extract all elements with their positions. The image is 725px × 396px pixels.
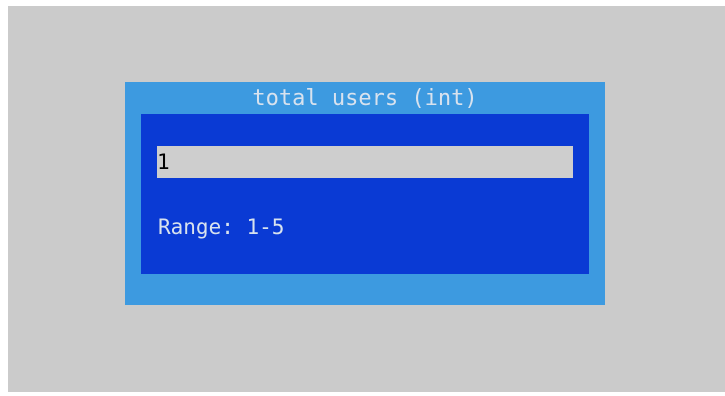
dialog-title: total users (int) <box>252 86 478 111</box>
total-users-input[interactable] <box>157 146 573 178</box>
dialog-body: Range: 1-5 <box>141 114 589 274</box>
range-hint: Range: 1-5 <box>158 215 285 239</box>
input-dialog: total users (int) Range: 1-5 <box>125 82 605 305</box>
screen-background: total users (int) Range: 1-5 <box>8 6 725 392</box>
